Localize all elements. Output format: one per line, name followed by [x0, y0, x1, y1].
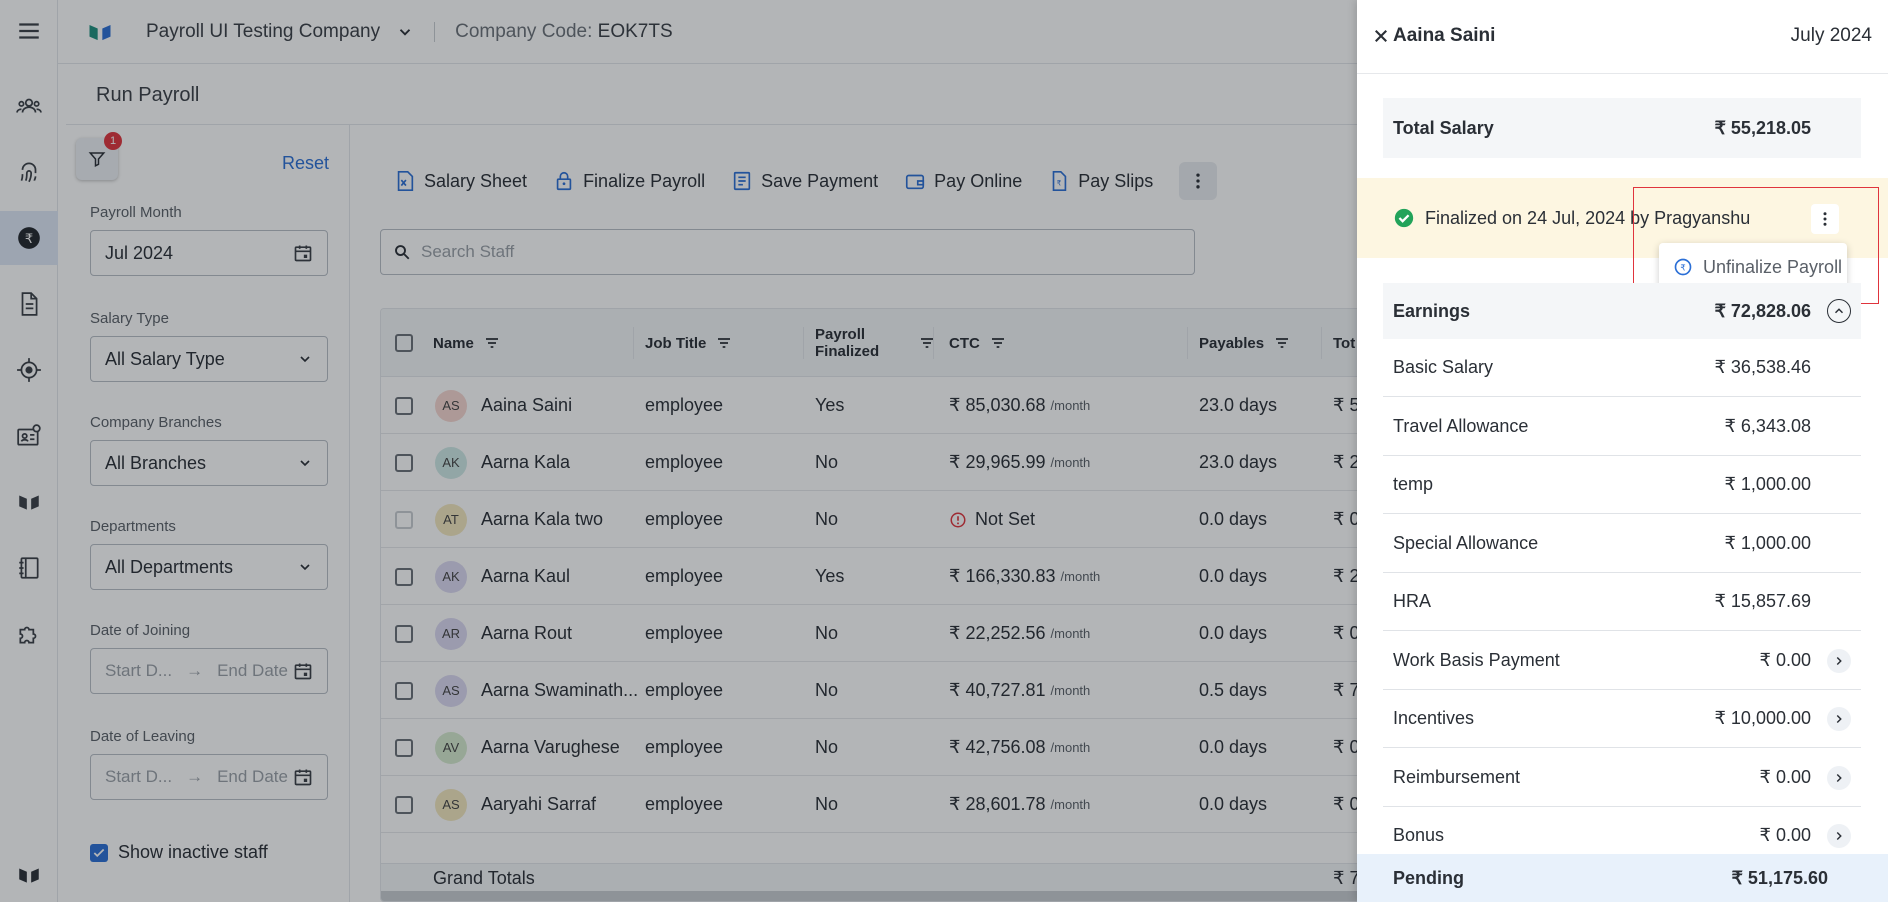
pending-value: ₹ 51,175.60: [1731, 867, 1828, 888]
earnings-label: Earnings: [1393, 300, 1471, 321]
chevron-right-icon[interactable]: [1827, 648, 1851, 673]
chevron-right-icon[interactable]: [1827, 824, 1851, 848]
close-icon[interactable]: [1372, 27, 1390, 45]
earning-value: ₹ 0.00: [1759, 766, 1812, 787]
total-salary-card: Total Salary ₹ 55,218.05: [1383, 98, 1861, 158]
salary-drawer: Aaina Saini July 2024 Total Salary ₹ 55,…: [1357, 0, 1888, 902]
chevron-up-icon[interactable]: [1827, 299, 1851, 323]
check-circle-icon: [1394, 208, 1414, 228]
total-salary-label: Total Salary: [1393, 117, 1494, 138]
earning-value: ₹ 0.00: [1759, 825, 1812, 845]
earning-label: Bonus: [1393, 825, 1445, 845]
pending-label: Pending: [1393, 867, 1464, 888]
earning-value: ₹ 15,857.69: [1714, 591, 1811, 611]
earning-value: ₹ 10,000.00: [1714, 708, 1811, 728]
chevron-right-icon[interactable]: [1827, 765, 1851, 790]
drawer-header: Aaina Saini July 2024: [1357, 0, 1888, 74]
payroll-month: July 2024: [1790, 25, 1872, 46]
earning-row: Special Allowance ₹ 1,000.00: [1383, 515, 1861, 573]
earning-label: Incentives: [1393, 708, 1475, 728]
earning-row[interactable]: Work Basis Payment ₹ 0.00: [1383, 632, 1861, 690]
earning-value: ₹ 1,000.00: [1724, 532, 1811, 553]
earning-row[interactable]: Reimbursement ₹ 0.00: [1383, 749, 1861, 807]
earning-label: temp: [1393, 474, 1434, 494]
earning-label: Travel Allowance: [1393, 415, 1529, 436]
earning-value: ₹ 1,000.00: [1724, 474, 1811, 494]
earning-row[interactable]: Incentives ₹ 10,000.00: [1383, 690, 1861, 748]
earning-label: Special Allowance: [1393, 532, 1539, 553]
earning-row: Travel Allowance ₹ 6,343.08: [1383, 398, 1861, 456]
earning-label: Reimbursement: [1393, 766, 1521, 787]
earning-value: ₹ 0.00: [1759, 649, 1812, 670]
earning-label: Work Basis Payment: [1393, 649, 1560, 670]
earning-row: HRA ₹ 15,857.69: [1383, 573, 1861, 631]
earning-row: temp ₹ 1,000.00: [1383, 456, 1861, 514]
modal-backdrop[interactable]: [0, 0, 1357, 902]
pending-row: Pending ₹ 51,175.60: [1357, 854, 1888, 902]
total-salary-value: ₹ 55,218.05: [1714, 117, 1811, 138]
employee-name: Aaina Saini: [1393, 25, 1496, 46]
earnings-value: ₹ 72,828.06: [1714, 300, 1811, 321]
earning-value: ₹ 6,343.08: [1724, 415, 1811, 436]
earning-label: Basic Salary: [1393, 357, 1494, 377]
earning-value: ₹ 36,538.46: [1714, 357, 1811, 377]
earnings-header[interactable]: Earnings ₹ 72,828.06: [1383, 283, 1861, 339]
earning-label: HRA: [1393, 591, 1432, 611]
chevron-right-icon[interactable]: [1827, 707, 1851, 731]
earning-row: Basic Salary ₹ 36,538.46: [1383, 339, 1861, 397]
